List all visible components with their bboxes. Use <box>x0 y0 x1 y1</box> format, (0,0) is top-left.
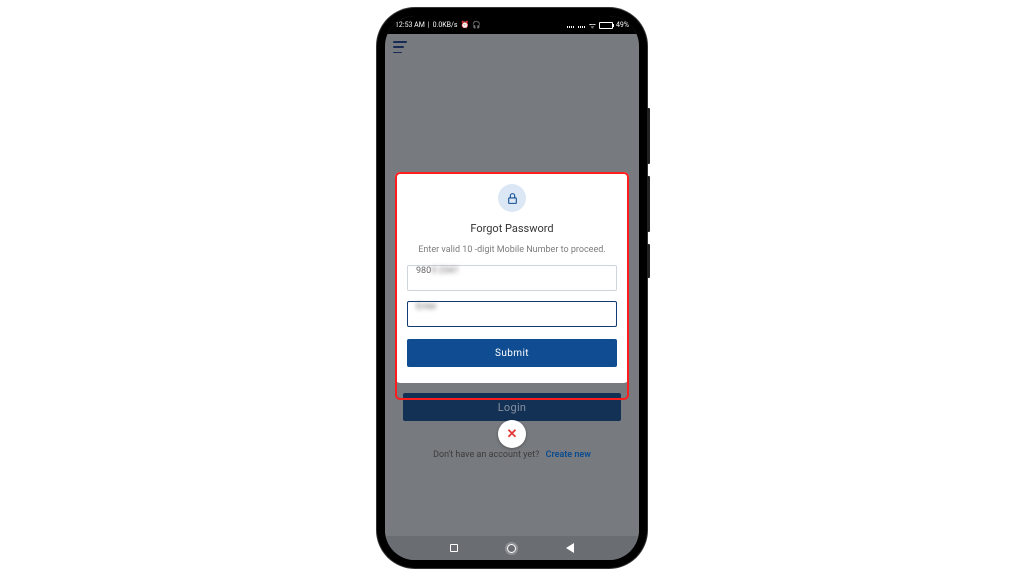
mobile-number-input[interactable]: 9805 2341 <box>407 265 617 291</box>
signup-prompt: Don't have an account yet? <box>433 450 539 460</box>
phone-frame: 12:53 AM | 0.0KB/s ⏰ 🎧 ᯤ 49% Login <box>377 8 647 568</box>
screen: 12:53 AM | 0.0KB/s ⏰ 🎧 ᯤ 49% Login <box>385 16 639 560</box>
status-net-speed: 0.0KB/s <box>433 21 458 29</box>
menu-icon[interactable] <box>393 41 409 53</box>
submit-button[interactable]: Submit <box>407 339 617 367</box>
login-label: Login <box>498 401 527 414</box>
signup-row: Don't have an account yet? Create new <box>385 450 639 460</box>
nav-recent-icon[interactable] <box>450 544 458 552</box>
nav-home-icon[interactable] <box>507 544 516 553</box>
alarm-icon: ⏰ <box>461 21 470 29</box>
android-nav-bar <box>385 536 639 560</box>
signal-icon-2 <box>578 22 586 28</box>
nav-back-icon[interactable] <box>566 543 574 553</box>
close-icon: ✕ <box>507 427 518 442</box>
lock-icon <box>498 184 526 212</box>
wifi-icon: ᯤ <box>589 20 596 31</box>
app-bar <box>385 34 639 60</box>
mobile-number-value: 980 <box>416 266 431 276</box>
headphone-icon: 🎧 <box>472 21 481 29</box>
secondary-value: Enter <box>416 302 437 312</box>
status-divider: | <box>428 21 430 29</box>
battery-percent: 49% <box>616 21 629 29</box>
login-button[interactable]: Login <box>403 393 621 421</box>
camera-notch <box>489 16 535 29</box>
secondary-input[interactable]: Enter <box>407 301 617 327</box>
signal-icon-1 <box>567 22 575 28</box>
status-time: 12:53 AM <box>395 21 425 29</box>
modal-title: Forgot Password <box>470 222 553 235</box>
submit-label: Submit <box>495 348 529 359</box>
battery-icon <box>599 22 613 29</box>
close-button[interactable]: ✕ <box>498 420 526 448</box>
modal-subtitle: Enter valid 10 -digit Mobile Number to p… <box>418 245 605 255</box>
create-new-link[interactable]: Create new <box>546 450 591 460</box>
forgot-password-modal: Forgot Password Enter valid 10 -digit Mo… <box>395 172 629 383</box>
